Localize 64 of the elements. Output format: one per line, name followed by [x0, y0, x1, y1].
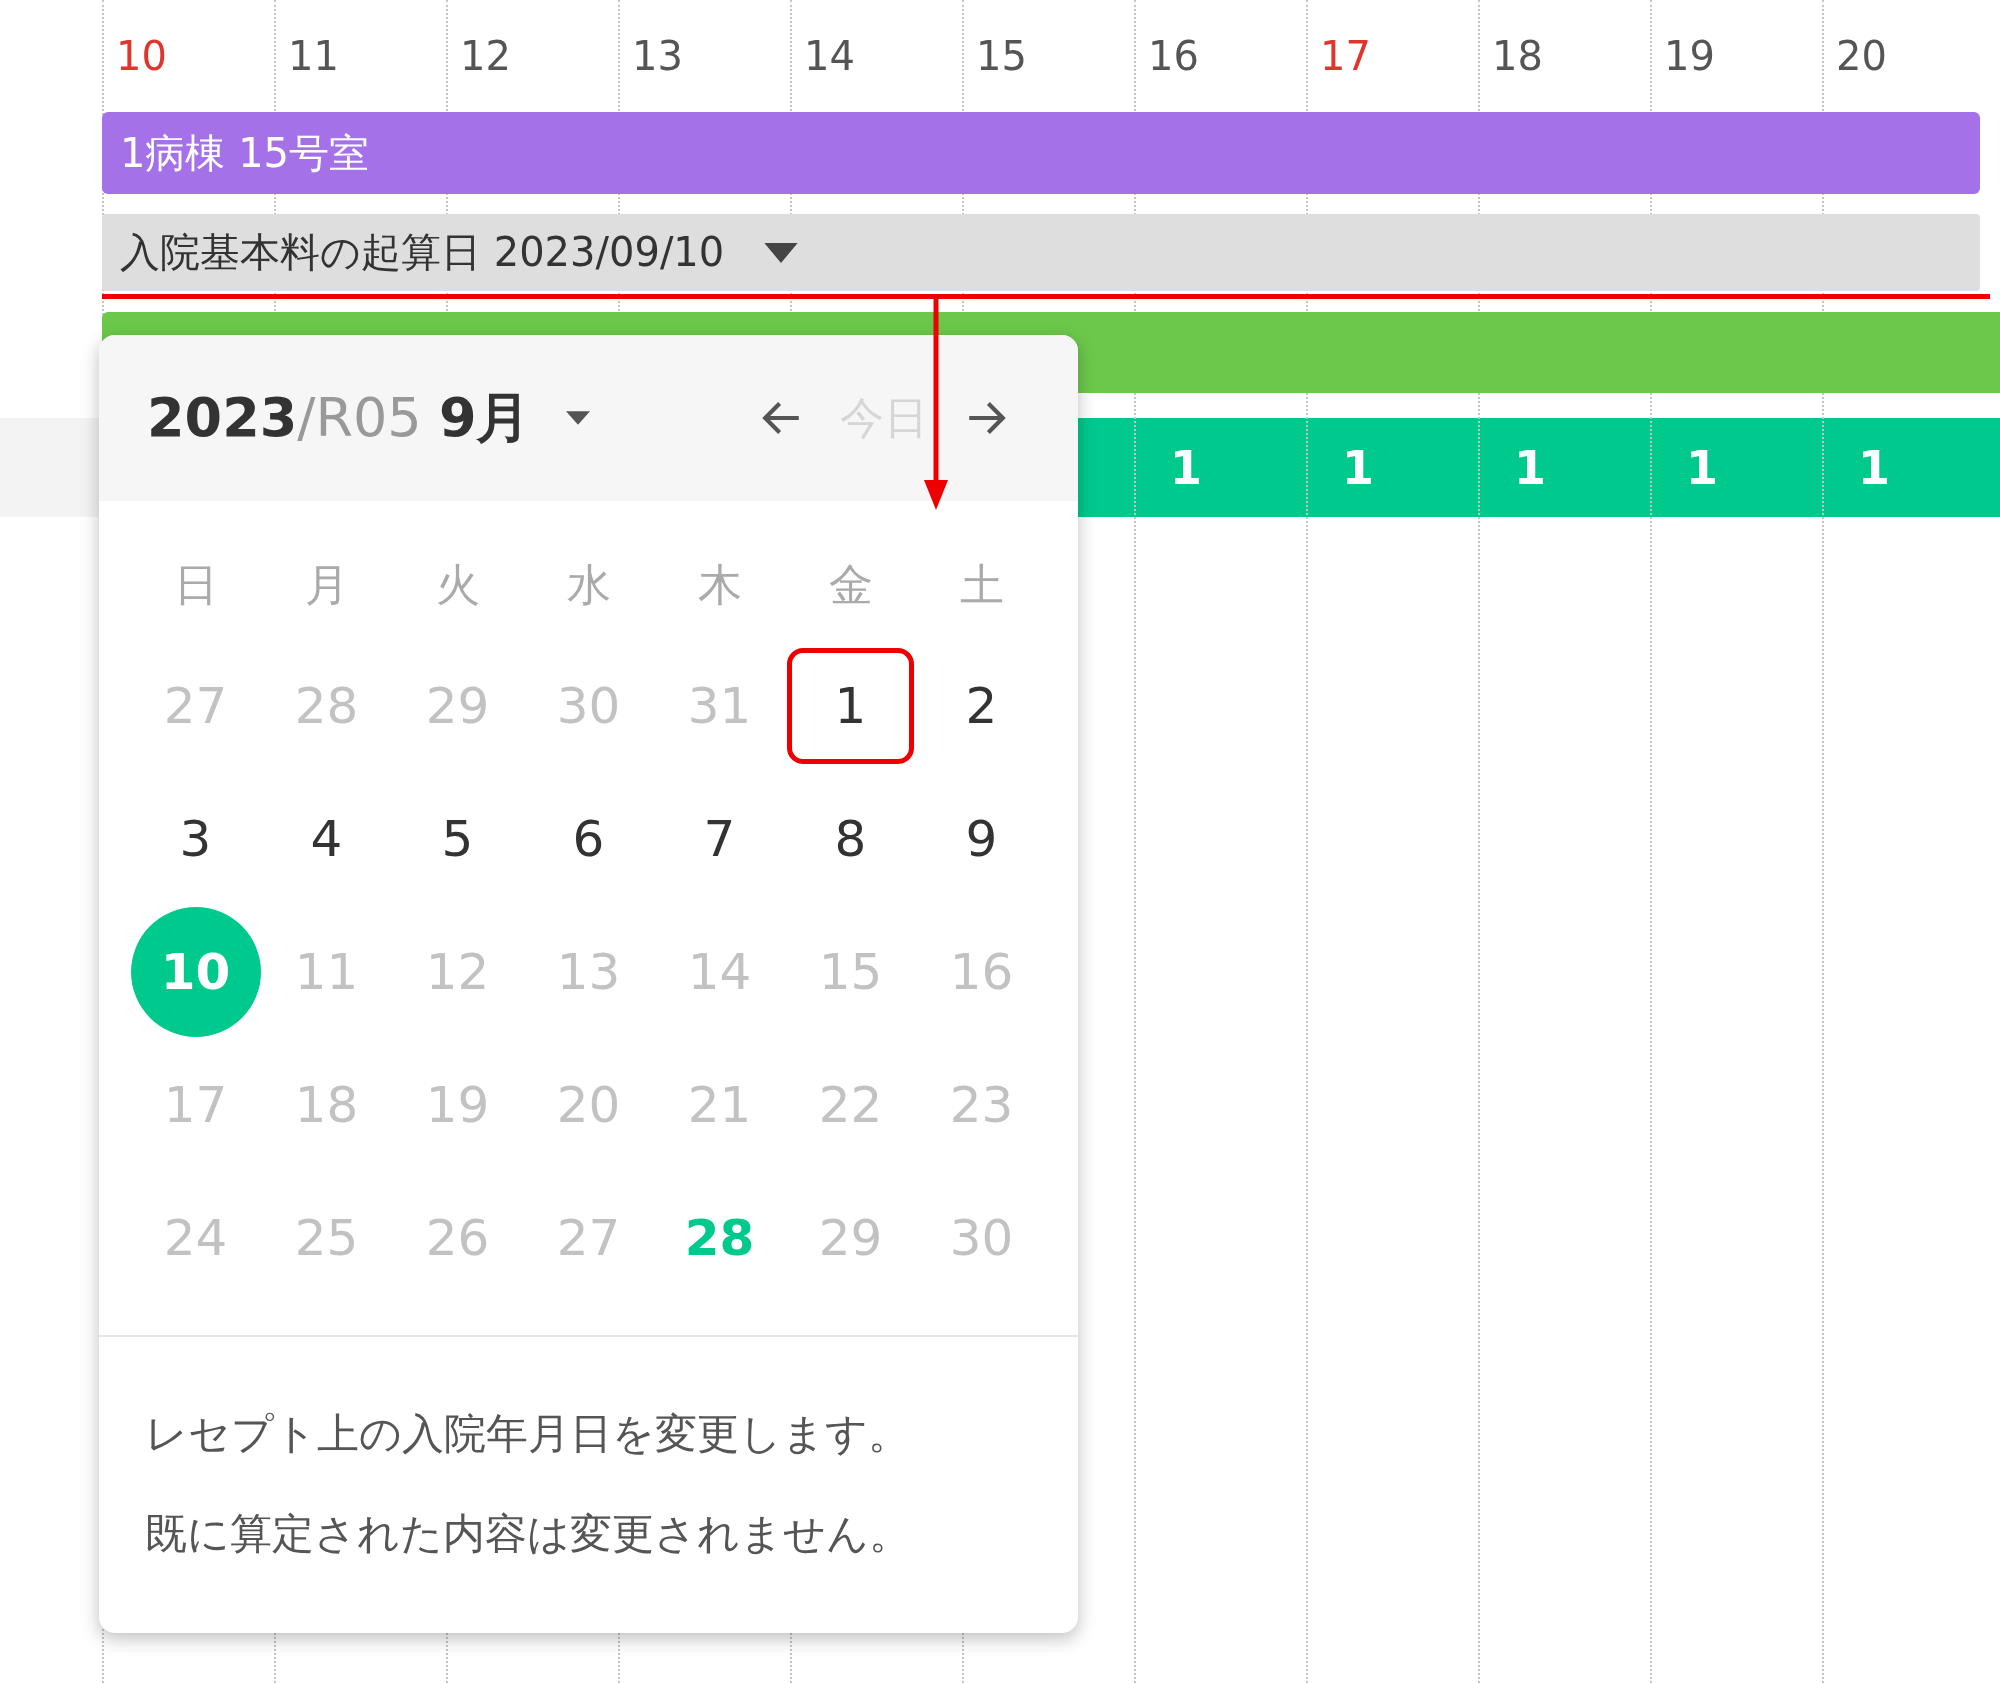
calendar-day[interactable]: 3: [132, 780, 259, 897]
calendar-day[interactable]: 5: [394, 780, 521, 897]
weekday-label: 日: [172, 557, 219, 612]
calendar-day[interactable]: 10: [130, 906, 261, 1037]
calendar-day[interactable]: 26: [394, 1179, 521, 1296]
calendar-day[interactable]: 8: [787, 780, 914, 897]
date-label: 12: [459, 33, 512, 79]
calendar-day[interactable]: 12: [394, 913, 521, 1030]
calendar-day[interactable]: 9: [918, 780, 1045, 897]
calendar-day[interactable]: 29: [394, 647, 521, 764]
calendar-day[interactable]: 28: [656, 1179, 783, 1296]
weekday-label: 金: [827, 557, 874, 612]
weekday-label: 月: [303, 557, 350, 612]
date-label: 11: [287, 33, 340, 79]
calendar-day[interactable]: 16: [918, 913, 1045, 1030]
weekday-label: 土: [958, 557, 1005, 612]
calendar-day[interactable]: 1: [787, 647, 914, 764]
calendar-day[interactable]: 19: [394, 1046, 521, 1163]
calendar-day[interactable]: 14: [656, 913, 783, 1030]
help-text: 既に算定された内容は変更されません。: [145, 1508, 912, 1560]
count-value: 1: [1514, 440, 1546, 495]
calendar-day[interactable]: 24: [132, 1179, 259, 1296]
calendar-day[interactable]: 31: [656, 647, 783, 764]
caret-icon[interactable]: [566, 411, 591, 425]
date-label: 14: [803, 33, 856, 79]
calendar-day[interactable]: 6: [525, 780, 652, 897]
calendar-day[interactable]: 23: [918, 1046, 1045, 1163]
month-year-title: 2023/R05 9月: [147, 384, 531, 451]
calendar-day[interactable]: 30: [525, 647, 652, 764]
calendar-day[interactable]: 30: [918, 1179, 1045, 1296]
calendar-day[interactable]: 22: [787, 1046, 914, 1163]
count-value: 1: [1686, 440, 1718, 495]
date-label: 20: [1835, 33, 1888, 79]
ward-label: 1病棟 15号室: [120, 128, 370, 178]
count-value: 1: [1858, 440, 1890, 495]
calendar-day[interactable]: 18: [263, 1046, 390, 1163]
calendar-day[interactable]: 13: [525, 913, 652, 1030]
weekday-label: 水: [565, 557, 612, 612]
calendar-day[interactable]: 15: [787, 913, 914, 1030]
date-label: 10: [115, 33, 168, 79]
date-label: 19: [1663, 33, 1716, 79]
weekday-label: 木: [696, 557, 743, 612]
calendar-day[interactable]: 25: [263, 1179, 390, 1296]
date-label: 16: [1147, 33, 1200, 79]
date-label: 15: [975, 33, 1028, 79]
calendar-day[interactable]: 27: [525, 1179, 652, 1296]
calendar-day[interactable]: 4: [263, 780, 390, 897]
count-value: 1: [1342, 440, 1374, 495]
date-label: 18: [1491, 33, 1544, 79]
calendar-day[interactable]: 21: [656, 1046, 783, 1163]
calendar-day[interactable]: 27: [132, 647, 259, 764]
calendar-day[interactable]: 7: [656, 780, 783, 897]
date-label: 13: [631, 33, 684, 79]
calendar-day[interactable]: 2: [918, 647, 1045, 764]
help-text: レセプト上の入院年月日を変更します。: [145, 1408, 911, 1460]
calendar-day[interactable]: 17: [132, 1046, 259, 1163]
calendar-day[interactable]: 28: [263, 647, 390, 764]
date-label: 17: [1319, 33, 1372, 79]
count-value: 1: [1170, 440, 1202, 495]
calendar-day[interactable]: 20: [525, 1046, 652, 1163]
caret-icon: [764, 242, 799, 263]
weekday-label: 火: [434, 557, 481, 612]
calendar-day[interactable]: 11: [263, 913, 390, 1030]
calendar-day[interactable]: 29: [787, 1179, 914, 1296]
